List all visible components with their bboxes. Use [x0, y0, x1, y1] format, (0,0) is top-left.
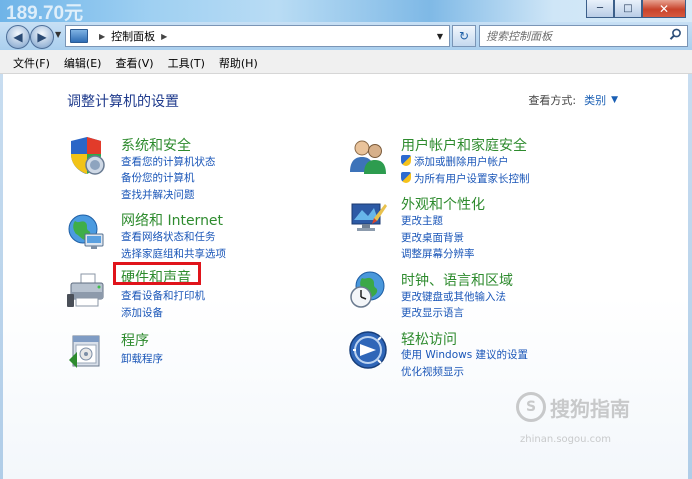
- link-optimize-visual-display[interactable]: 优化视频显示: [401, 364, 464, 379]
- menu-tools[interactable]: 工具(T): [161, 55, 212, 71]
- forward-button[interactable]: ▶: [30, 25, 54, 49]
- link-homegroup-sharing[interactable]: 选择家庭组和共享选项: [121, 246, 226, 261]
- category-clock-language[interactable]: 时钟、语言和区域: [401, 270, 513, 290]
- recent-pages-dropdown[interactable]: ▼: [55, 30, 61, 39]
- window-right-border: [688, 74, 692, 479]
- link-change-theme[interactable]: 更改主题: [401, 213, 443, 228]
- link-view-computer-status[interactable]: 查看您的计算机状态: [121, 154, 216, 169]
- breadcrumb-control-panel[interactable]: 控制面板: [111, 28, 155, 44]
- window-controls: ─ □ ✕: [586, 0, 686, 18]
- breadcrumb-separator-icon[interactable]: ▶: [99, 32, 105, 41]
- category-appearance[interactable]: 外观和个性化: [401, 194, 485, 214]
- printer-hardware-icon[interactable]: [67, 272, 107, 312]
- link-add-remove-accounts[interactable]: 添加或删除用户帐户: [401, 154, 509, 169]
- user-accounts-icon[interactable]: [348, 136, 388, 176]
- watermark-url: zhinan.sogou.com: [520, 434, 612, 445]
- view-by: 查看方式: 类别 ▼: [528, 92, 618, 108]
- network-globe-icon[interactable]: [67, 212, 107, 252]
- back-button[interactable]: ◀: [6, 25, 30, 49]
- sogou-logo-icon: S: [516, 392, 546, 422]
- close-button[interactable]: ✕: [642, 0, 686, 18]
- link-backup-computer[interactable]: 备份您的计算机: [121, 170, 195, 185]
- watermark-brand: 搜狗指南: [550, 396, 630, 421]
- uac-shield-icon: [401, 172, 411, 183]
- navigation-bar: ◀ ▶ ▼ ▶ 控制面板 ▶ ▼ ↻: [0, 22, 692, 50]
- ease-of-access-icon[interactable]: [348, 330, 388, 370]
- control-panel-content: 调整计算机的设置 查看方式: 类别 ▼ 系统和安全 查看您的计算机状态 备份您的…: [0, 74, 692, 479]
- uac-shield-icon: [401, 155, 411, 166]
- category-network-internet[interactable]: 网络和 Internet: [121, 210, 223, 230]
- appearance-monitor-icon[interactable]: [348, 198, 388, 238]
- link-change-display-language[interactable]: 更改显示语言: [401, 305, 464, 320]
- link-add-remove-accounts-label[interactable]: 添加或删除用户帐户: [414, 156, 509, 168]
- arrow-right-icon: ▶: [37, 30, 47, 44]
- search-input[interactable]: [484, 28, 668, 44]
- arrow-left-icon: ◀: [13, 30, 23, 44]
- category-programs[interactable]: 程序: [121, 330, 149, 350]
- category-user-accounts[interactable]: 用户帐户和家庭安全: [401, 135, 527, 155]
- minimize-button[interactable]: ─: [586, 0, 614, 18]
- control-panel-icon: [70, 29, 88, 43]
- page-title: 调整计算机的设置: [67, 94, 179, 110]
- breadcrumb-separator-icon[interactable]: ▶: [161, 32, 167, 41]
- address-bar[interactable]: ▶ 控制面板 ▶ ▼: [65, 25, 450, 47]
- programs-icon[interactable]: [67, 330, 107, 370]
- menu-view[interactable]: 查看(V): [108, 55, 160, 71]
- title-bar: 189.70元 ─ □ ✕: [0, 0, 692, 24]
- highlight-annotation: [113, 262, 201, 285]
- link-windows-recommended-settings[interactable]: 使用 Windows 建议的设置: [401, 347, 528, 362]
- watermark-logo: S 搜狗指南: [516, 392, 630, 422]
- link-network-status[interactable]: 查看网络状态和任务: [121, 229, 216, 244]
- view-by-label: 查看方式:: [528, 94, 577, 107]
- window-left-border: [0, 74, 3, 479]
- menu-help[interactable]: 帮助(H): [212, 55, 265, 71]
- menu-edit[interactable]: 编辑(E): [57, 55, 109, 71]
- link-uninstall-program[interactable]: 卸载程序: [121, 351, 163, 366]
- menu-file[interactable]: 文件(F): [0, 55, 57, 71]
- link-troubleshoot[interactable]: 查找并解决问题: [121, 187, 195, 202]
- security-shield-icon[interactable]: [67, 136, 107, 176]
- category-ease-of-access[interactable]: 轻松访问: [401, 329, 457, 349]
- link-adjust-resolution[interactable]: 调整屏幕分辨率: [401, 246, 475, 261]
- view-by-dropdown[interactable]: 类别: [584, 92, 606, 108]
- address-dropdown-icon[interactable]: ▼: [437, 32, 443, 41]
- link-change-keyboard[interactable]: 更改键盘或其他输入法: [401, 289, 506, 304]
- link-parental-controls[interactable]: 为所有用户设置家长控制: [401, 171, 530, 186]
- link-devices-printers[interactable]: 查看设备和打印机: [121, 288, 205, 303]
- link-change-desktop-background[interactable]: 更改桌面背景: [401, 230, 464, 245]
- maximize-button[interactable]: □: [614, 0, 642, 18]
- refresh-button[interactable]: ↻: [452, 25, 476, 47]
- link-add-device[interactable]: 添加设备: [121, 305, 163, 320]
- search-box[interactable]: [479, 25, 688, 47]
- chevron-down-icon[interactable]: ▼: [611, 95, 618, 105]
- clock-globe-icon[interactable]: [348, 270, 388, 310]
- category-system-security[interactable]: 系统和安全: [121, 135, 191, 155]
- search-icon[interactable]: [669, 28, 682, 41]
- link-parental-controls-label[interactable]: 为所有用户设置家长控制: [414, 173, 530, 185]
- menu-bar: 文件(F) 编辑(E) 查看(V) 工具(T) 帮助(H): [0, 52, 692, 74]
